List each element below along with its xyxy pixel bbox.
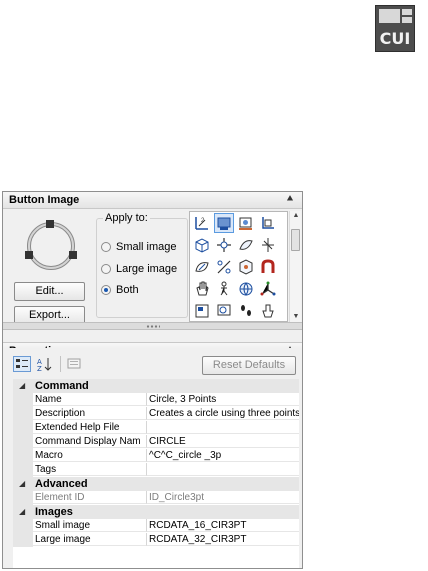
cui-editor-icon[interactable]: CUI bbox=[375, 5, 415, 52]
layout-icon[interactable] bbox=[192, 301, 212, 321]
orbit-icon[interactable] bbox=[258, 235, 278, 255]
property-row[interactable]: Small image RCDATA_16_CIR3PT bbox=[13, 519, 299, 533]
render-icon[interactable] bbox=[214, 213, 234, 233]
radio-both[interactable]: Both bbox=[101, 283, 139, 297]
axis-icon[interactable] bbox=[258, 279, 278, 299]
property-row[interactable]: Command Display Nam CIRCLE bbox=[13, 435, 299, 449]
property-row[interactable]: Name Circle, 3 Points bbox=[13, 393, 299, 407]
svg-text:Z: Z bbox=[37, 365, 42, 372]
property-row[interactable]: Tags bbox=[13, 463, 299, 477]
globe-icon[interactable] bbox=[236, 279, 256, 299]
hand-icon[interactable] bbox=[258, 301, 278, 321]
button-image-header[interactable]: Button Image ⯅ bbox=[3, 192, 302, 209]
camera-icon[interactable] bbox=[236, 213, 256, 233]
footsteps-icon[interactable] bbox=[236, 301, 256, 321]
button-image-title: Button Image bbox=[9, 194, 80, 206]
category-row[interactable]: ◢ Advanced bbox=[13, 477, 299, 491]
apply-to-group: Apply to: Small image Large image Both bbox=[96, 212, 188, 318]
property-row[interactable]: Extended Help File bbox=[13, 421, 299, 435]
radio-icon[interactable] bbox=[101, 242, 111, 252]
property-pages-icon[interactable] bbox=[66, 356, 84, 372]
3d-box-icon[interactable] bbox=[192, 235, 212, 255]
property-row[interactable]: Macro ^C^C_circle _3p bbox=[13, 449, 299, 463]
scroll-thumb[interactable] bbox=[291, 229, 300, 251]
categorized-view-icon[interactable] bbox=[13, 356, 31, 372]
move-icon[interactable] bbox=[214, 235, 234, 255]
cui-panel: Button Image ⯅ Edit... Export... Apply t… bbox=[2, 191, 303, 569]
radio-small-image[interactable]: Small image bbox=[101, 240, 177, 254]
zoom-icon[interactable] bbox=[214, 301, 234, 321]
link-icon[interactable] bbox=[236, 235, 256, 255]
scroll-down-icon[interactable]: ▼ bbox=[290, 312, 302, 322]
panel-splitter[interactable] bbox=[3, 322, 302, 330]
gallery-scrollbar[interactable]: ▲ ▼ bbox=[289, 211, 301, 322]
property-grid: ◢ Command Name Circle, 3 Points Descript… bbox=[13, 379, 299, 568]
property-row[interactable]: Large image RCDATA_32_CIR3PT bbox=[13, 533, 299, 547]
scroll-up-icon[interactable]: ▲ bbox=[290, 211, 302, 221]
reset-defaults-button[interactable]: Reset Defaults bbox=[202, 356, 296, 375]
button-image-gallery[interactable]: 2 bbox=[189, 211, 288, 322]
radio-checked-icon[interactable] bbox=[101, 285, 111, 295]
slash-icon[interactable] bbox=[214, 257, 234, 277]
property-row[interactable]: Description Creates a circle using three… bbox=[13, 407, 299, 421]
expand-icon[interactable]: ◢ bbox=[19, 379, 25, 393]
walk-icon[interactable] bbox=[214, 279, 234, 299]
pan-icon[interactable] bbox=[192, 279, 212, 299]
radio-large-image[interactable]: Large image bbox=[101, 262, 177, 276]
circle-preview-icon bbox=[25, 220, 77, 270]
properties-section: AZ Reset Defaults ◢ Command Name Circle,… bbox=[3, 348, 302, 568]
view-icon[interactable] bbox=[236, 257, 256, 277]
edit-button[interactable]: Edit... bbox=[14, 282, 85, 301]
sort-alphabetical-icon[interactable]: AZ bbox=[36, 356, 54, 373]
collapse-icon[interactable]: ⯅ bbox=[284, 193, 296, 207]
align-icon[interactable]: 2 bbox=[192, 213, 212, 233]
magnet-icon[interactable] bbox=[258, 257, 278, 277]
property-row[interactable]: Element ID ID_Circle3pt bbox=[13, 491, 299, 505]
button-image-section: Edit... Export... Apply to: Small image … bbox=[3, 210, 302, 325]
category-row[interactable]: ◢ Command bbox=[13, 379, 299, 393]
grip-icon[interactable] bbox=[146, 325, 160, 328]
category-row[interactable]: ◢ Images bbox=[13, 505, 299, 519]
expand-icon[interactable]: ◢ bbox=[19, 505, 25, 519]
apply-to-label: Apply to: bbox=[103, 212, 150, 224]
ucs-icon[interactable] bbox=[258, 213, 278, 233]
expand-icon[interactable]: ◢ bbox=[19, 477, 25, 491]
cui-icon-label: CUI bbox=[379, 29, 411, 48]
radio-icon[interactable] bbox=[101, 264, 111, 274]
rotate-icon[interactable] bbox=[192, 257, 212, 277]
